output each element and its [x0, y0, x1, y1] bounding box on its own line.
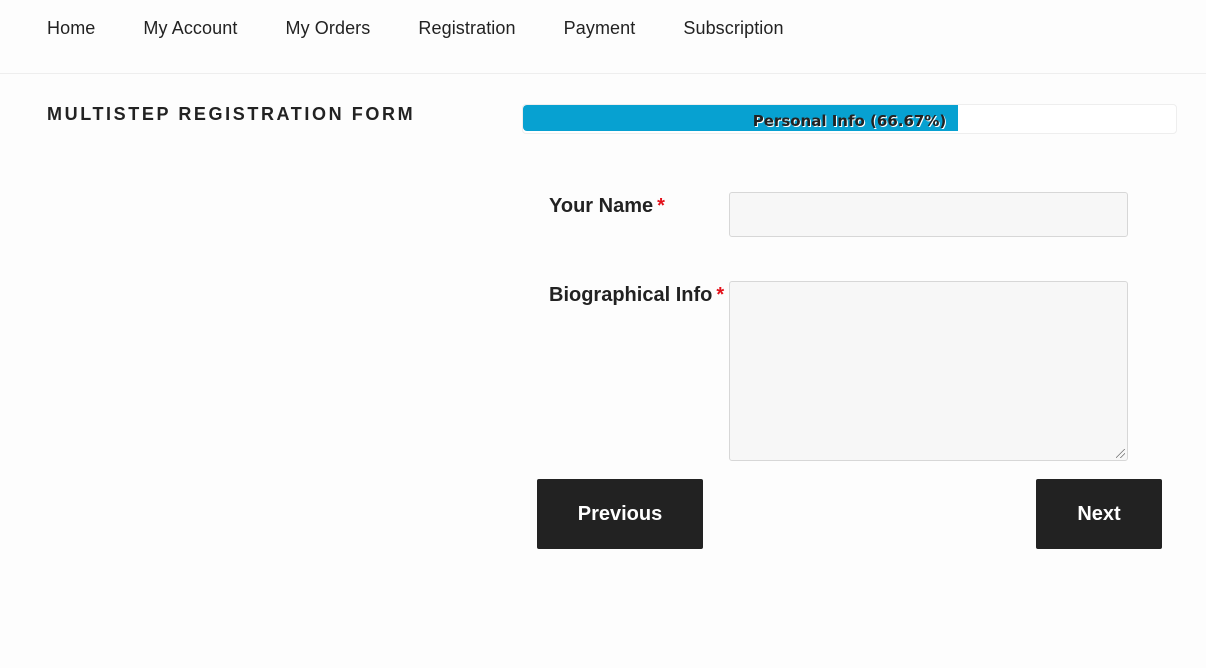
nav-item-my-account[interactable]: My Account — [143, 17, 237, 39]
nav-item-payment[interactable]: Payment — [564, 17, 636, 39]
your-name-label: Your Name * — [549, 195, 665, 218]
required-asterisk: * — [716, 284, 725, 306]
progress-bar: Personal Info (66.67%) — [522, 104, 1177, 134]
top-navigation: Home My Account My Orders Registration P… — [0, 0, 1206, 74]
your-name-input[interactable] — [729, 192, 1128, 237]
nav-item-home[interactable]: Home — [47, 17, 95, 39]
progress-step-label: Personal Info — [752, 112, 865, 130]
page-title: Multistep Registration Form — [47, 104, 416, 124]
progress-percent: (66.67%) — [870, 112, 947, 130]
nav-item-my-orders[interactable]: My Orders — [285, 17, 370, 39]
biographical-info-textarea[interactable] — [729, 281, 1128, 461]
nav-item-subscription[interactable]: Subscription — [683, 17, 783, 39]
nav-item-registration[interactable]: Registration — [418, 17, 515, 39]
biographical-info-label: Biographical Info * — [549, 284, 724, 307]
next-button[interactable]: Next — [1036, 479, 1162, 549]
your-name-label-text: Your Name — [549, 195, 654, 217]
nav-menu: Home My Account My Orders Registration P… — [47, 17, 832, 39]
previous-button[interactable]: Previous — [537, 479, 703, 549]
biographical-info-label-text: Biographical Info — [549, 284, 713, 306]
resize-handle-icon[interactable] — [1116, 449, 1125, 458]
required-asterisk: * — [657, 195, 665, 217]
progress-label: Personal Info (66.67%) — [523, 112, 1176, 130]
